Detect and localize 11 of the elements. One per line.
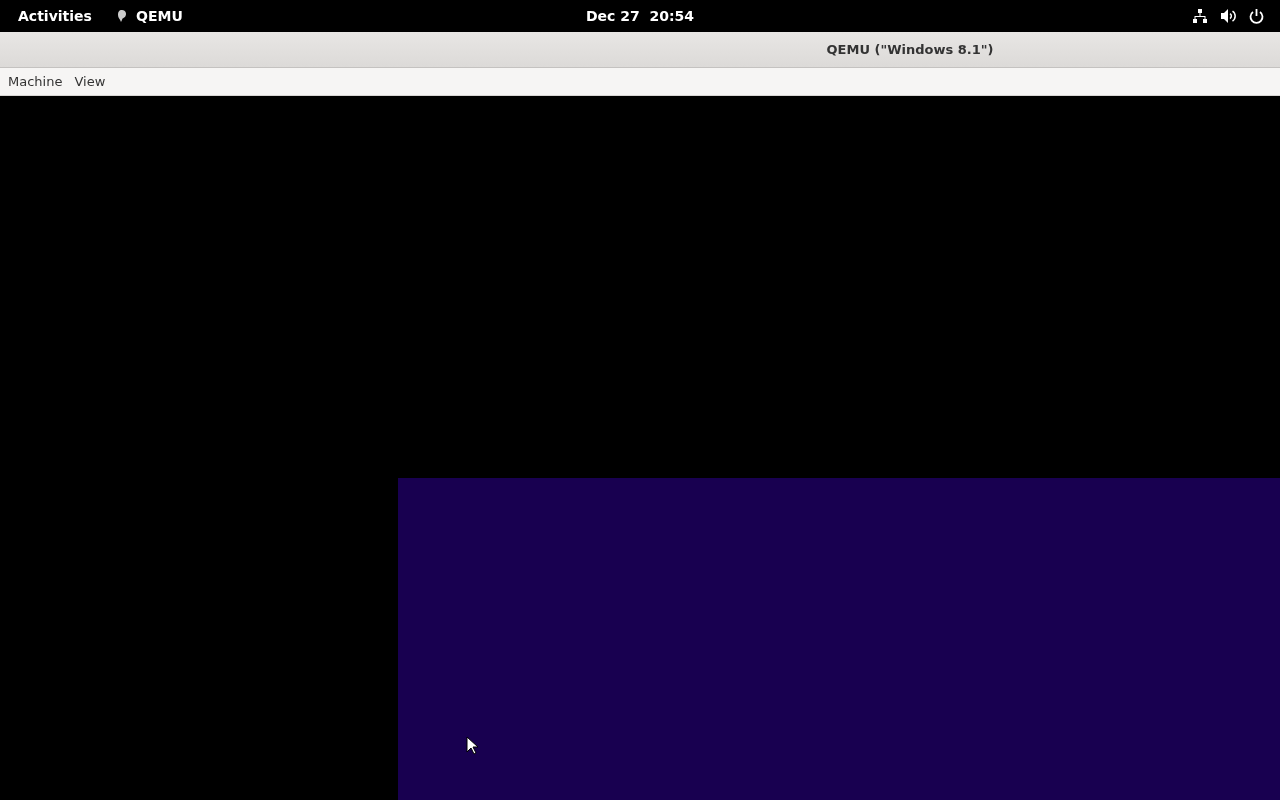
menu-item[interactable]: View	[70, 74, 114, 89]
clock[interactable]: Dec 27 20:54	[585, 8, 695, 24]
menu-item[interactable]: Machine	[4, 74, 71, 89]
app-menu[interactable]: QEMU	[136, 8, 183, 24]
volume-icon[interactable]	[1220, 8, 1237, 24]
power-icon[interactable]	[1249, 8, 1264, 24]
activities-button[interactable]: Activities	[0, 8, 116, 24]
cursor-icon	[466, 736, 478, 755]
window-title: QEMU ("Windows 8.1")	[826, 42, 994, 57]
network-icon[interactable]	[1192, 8, 1208, 24]
app-icon	[116, 9, 128, 23]
